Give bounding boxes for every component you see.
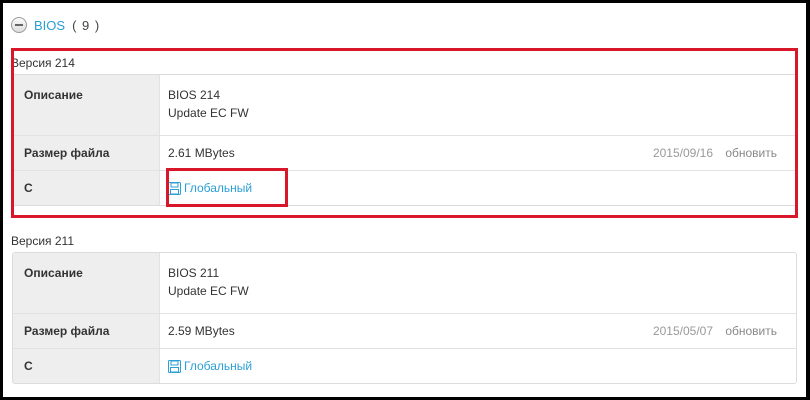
global-download-link[interactable]: Глобальный <box>168 171 252 205</box>
description-key: Описание <box>13 75 160 135</box>
spec-table: Описание BIOS 211 Update EC FW Размер фа… <box>12 252 797 384</box>
description-line-1: BIOS 211 <box>168 266 220 280</box>
description-value: BIOS 211 Update EC FW <box>160 253 796 313</box>
file-size: 2.61 MBytes <box>168 146 235 160</box>
collapse-icon[interactable] <box>11 17 27 33</box>
file-size: 2.59 MBytes <box>168 324 235 338</box>
spec-table: Описание BIOS 214 Update EC FW Размер фа… <box>12 74 797 206</box>
file-size-row: Размер файла 2.59 MBytes 2015/05/07 обно… <box>13 313 796 348</box>
file-size-row: Размер файла 2.61 MBytes 2015/09/16 обно… <box>13 135 796 170</box>
description-line-1: BIOS 214 <box>168 88 221 102</box>
update-link[interactable]: обновить <box>725 136 777 170</box>
description-line-2: Update EC FW <box>168 284 249 298</box>
download-page: BIOS ( 9 ) Версия 214 Описание BIOS 214 … <box>3 3 806 397</box>
source-row: С Глобальный <box>13 348 796 383</box>
source-key: С <box>13 349 160 383</box>
source-value: Глобальный <box>160 349 796 383</box>
floppy-disk-icon <box>168 359 181 373</box>
floppy-disk-icon <box>168 181 181 195</box>
file-size-value: 2.61 MBytes 2015/09/16 обновить <box>160 136 796 170</box>
version-block: Версия 211 Описание BIOS 211 Update EC F… <box>11 230 797 384</box>
version-label: Версия 214 <box>11 56 75 70</box>
file-size-value: 2.59 MBytes 2015/05/07 обновить <box>160 314 796 348</box>
version-label: Версия 211 <box>11 234 75 248</box>
file-size-key: Размер файла <box>13 136 160 170</box>
source-value: Глобальный <box>160 171 796 205</box>
version-block: Версия 214 Описание BIOS 214 Update EC F… <box>11 52 797 206</box>
description-row: Описание BIOS 211 Update EC FW <box>13 253 796 313</box>
description-key: Описание <box>13 253 160 313</box>
release-date: 2015/09/16 <box>652 146 713 160</box>
description-value: BIOS 214 Update EC FW <box>160 75 796 135</box>
source-key: С <box>13 171 160 205</box>
description-row: Описание BIOS 214 Update EC FW <box>13 75 796 135</box>
description-line-2: Update EC FW <box>168 106 249 120</box>
source-row: С Глобальный <box>13 170 796 205</box>
file-size-key: Размер файла <box>13 314 160 348</box>
bios-section-header[interactable]: BIOS ( 9 ) <box>11 13 100 37</box>
section-count: ( 9 ) <box>72 17 101 33</box>
update-link[interactable]: обновить <box>725 314 777 348</box>
download-label[interactable]: Глобальный <box>184 171 252 205</box>
download-label[interactable]: Глобальный <box>184 349 252 383</box>
section-title[interactable]: BIOS <box>34 18 65 33</box>
release-date: 2015/05/07 <box>652 324 713 338</box>
global-download-link[interactable]: Глобальный <box>168 349 252 383</box>
